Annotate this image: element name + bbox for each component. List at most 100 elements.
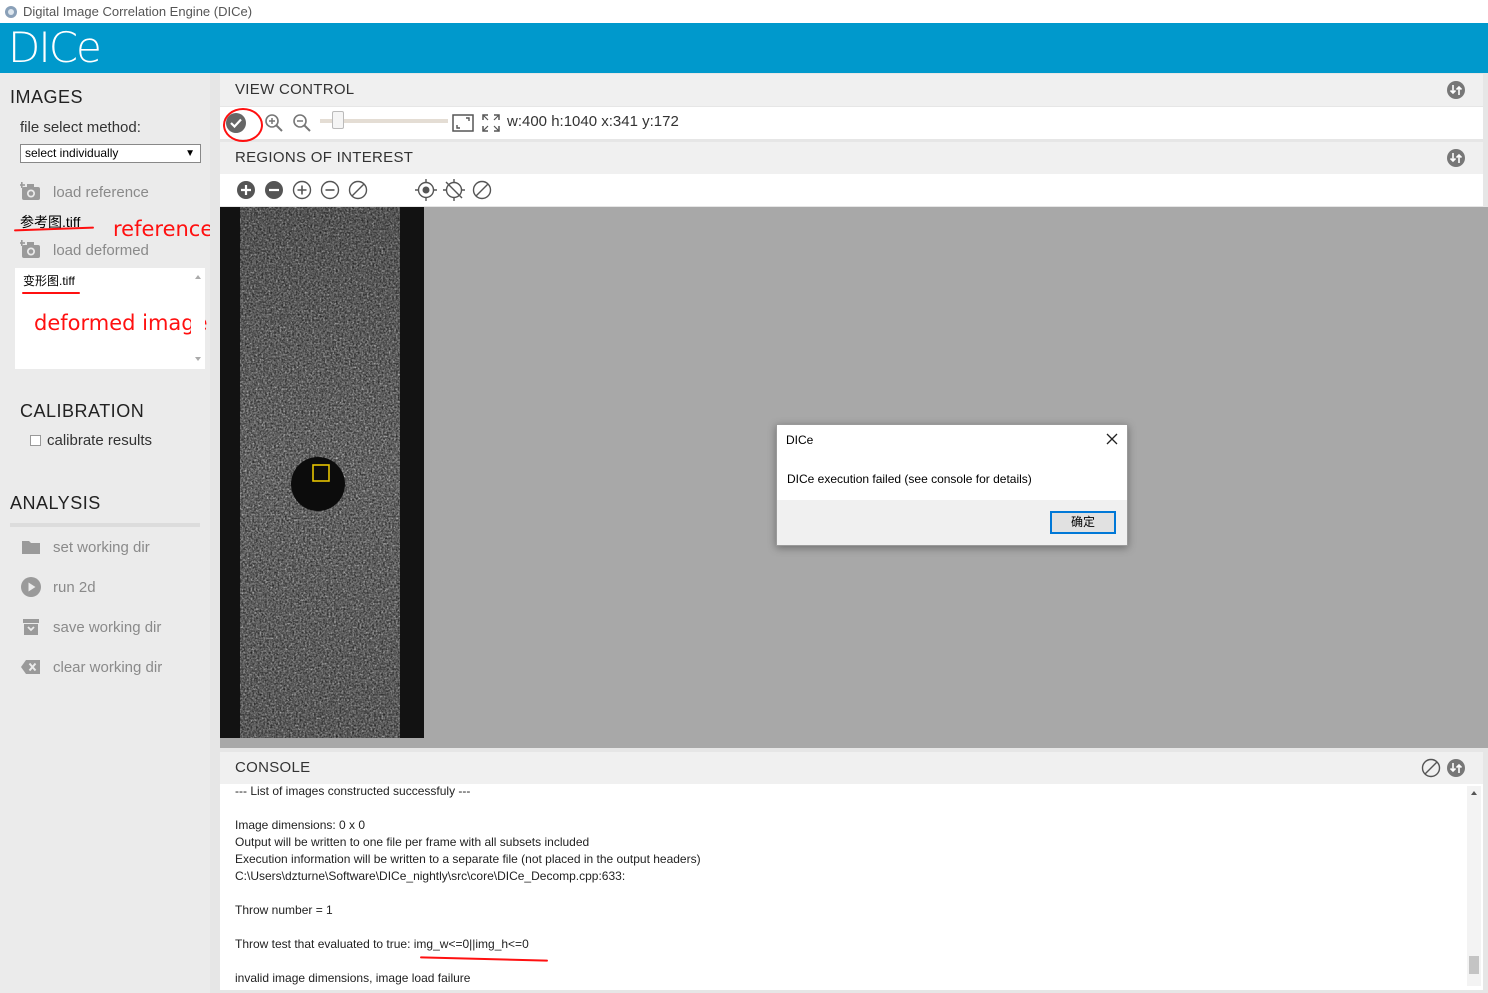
camera-plus-icon (20, 181, 42, 203)
zoom-in-icon (265, 114, 283, 132)
view-coordinates: w:400 h:1040 x:341 y:172 (507, 113, 679, 130)
clear-roi-button[interactable] (347, 179, 369, 201)
prohibit-icon (472, 180, 492, 200)
dialog-footer: 确定 (777, 500, 1127, 545)
run-2d-label: run 2d (53, 578, 96, 596)
remove-roi-button[interactable] (263, 179, 285, 201)
dialog-title: DICe (786, 433, 814, 447)
console-scroll-thumb[interactable] (1469, 956, 1479, 974)
sidebar: IMAGES file select method: select indivi… (0, 73, 285, 993)
set-working-dir-button[interactable]: set working dir (20, 536, 150, 558)
play-icon (20, 576, 42, 598)
window-titlebar: Digital Image Correlation Engine (DICe) (0, 0, 1488, 23)
check-button-circle-annotation (223, 108, 263, 142)
roi-title: REGIONS OF INTEREST (235, 149, 414, 166)
view-control-title: VIEW CONTROL (235, 81, 355, 98)
console-line: Throw test that evaluated to true: img_w… (235, 937, 529, 951)
view-control-toolbar: w:400 h:1040 x:341 y:172 (220, 107, 1483, 142)
analysis-divider (10, 523, 200, 527)
remove-excluded-button[interactable] (319, 179, 341, 201)
console-title: CONSOLE (235, 759, 311, 776)
calibration-section-title: CALIBRATION (20, 401, 145, 421)
clear-working-dir-button[interactable]: clear working dir (20, 656, 162, 678)
console-line: C:\Users\dzturne\Software\DICe_nightly\s… (235, 869, 626, 883)
crosshair-icon (415, 179, 437, 201)
scroll-up-icon[interactable] (1467, 786, 1481, 800)
camera-plus-icon (20, 239, 42, 261)
specimen-image (220, 207, 424, 738)
console-scrollbar[interactable] (1467, 786, 1481, 986)
fit-window-button[interactable] (452, 112, 474, 134)
plus-outline-icon (292, 180, 312, 200)
clear-tracking-button[interactable] (471, 179, 493, 201)
console-line: Image dimensions: 0 x 0 (235, 818, 366, 832)
fullscreen-button[interactable] (480, 112, 502, 134)
zoom-in-button[interactable] (263, 112, 285, 134)
clear-x-icon (20, 656, 42, 678)
save-box-icon (20, 616, 42, 638)
deformed-file-list[interactable]: 变形图.tiff deformed image (15, 268, 208, 369)
dice-logo: DICe (8, 23, 102, 72)
console-header: CONSOLE (220, 752, 1483, 784)
brand-bar: DICe (0, 23, 1488, 73)
console-line: Execution information will be written to… (235, 852, 701, 866)
save-working-dir-button[interactable]: save working dir (20, 616, 161, 638)
app-icon (5, 5, 17, 18)
console-line: invalid image dimensions, image load fai… (235, 971, 471, 985)
dropdown-arrow-icon: ▼ (185, 148, 195, 159)
expand-icon (482, 114, 500, 132)
deformed-underline-annotation (22, 292, 80, 294)
deformed-file-item[interactable]: 变形图.tiff (23, 272, 75, 289)
crosshair-off-icon (443, 179, 465, 201)
add-excluded-button[interactable] (291, 179, 313, 201)
collapse-toggle-icon[interactable] (1447, 81, 1465, 99)
images-section-title: IMAGES (10, 87, 84, 107)
ok-button[interactable]: 确定 (1050, 511, 1116, 534)
load-deformed-label: load deformed (53, 241, 149, 259)
analysis-section-title: ANALYSIS (10, 493, 101, 513)
console-line: --- List of images constructed successfu… (235, 784, 471, 798)
zoom-out-icon (293, 114, 311, 132)
add-tracking-point-button[interactable] (415, 179, 437, 201)
save-working-dir-label: save working dir (53, 618, 162, 636)
zoom-slider[interactable] (320, 111, 448, 129)
set-working-dir-label: set working dir (53, 538, 150, 556)
roi-toolbar (220, 174, 1483, 206)
load-reference-label: load reference (53, 183, 149, 201)
prohibit-icon (348, 180, 368, 200)
throw-test-underline-annotation (419, 956, 549, 962)
run-2d-button[interactable]: run 2d (20, 576, 96, 598)
file-select-label: file select method: (20, 119, 141, 136)
console-clear-icon[interactable] (1421, 758, 1441, 778)
window-title: Digital Image Correlation Engine (DICe) (23, 4, 253, 19)
collapse-toggle-icon[interactable] (1447, 149, 1465, 167)
load-deformed-button[interactable]: load deformed (20, 239, 149, 261)
dialog-message: DICe execution failed (see console for d… (787, 472, 1032, 486)
calibrate-label: calibrate results (47, 432, 153, 449)
minus-outline-icon (320, 180, 340, 200)
deformed-image-annotation: deformed image (34, 311, 208, 335)
collapse-toggle-icon[interactable] (1447, 759, 1465, 777)
close-icon[interactable] (1103, 430, 1121, 448)
minus-filled-icon (265, 181, 283, 199)
fit-window-icon (452, 114, 474, 132)
folder-icon (20, 536, 42, 558)
file-select-dropdown[interactable]: select individually ▼ (20, 144, 201, 163)
zoom-slider-thumb[interactable] (332, 111, 344, 129)
console-line: Output will be written to one file per f… (235, 835, 590, 849)
view-control-header: VIEW CONTROL (220, 74, 1483, 106)
console-line: Throw number = 1 (235, 903, 333, 917)
roi-header: REGIONS OF INTEREST (220, 142, 1483, 174)
remove-tracking-point-button[interactable] (443, 179, 465, 201)
file-select-value: select individually (25, 146, 119, 160)
list-scrollbar[interactable] (191, 268, 205, 369)
plus-filled-icon (237, 181, 255, 199)
clear-working-dir-label: clear working dir (53, 658, 163, 676)
zoom-out-button[interactable] (291, 112, 313, 134)
console-output[interactable]: --- List of images constructed successfu… (220, 784, 1483, 990)
load-reference-button[interactable]: load reference (20, 181, 149, 203)
calibrate-checkbox[interactable] (30, 435, 41, 446)
speckle-pattern (220, 207, 424, 738)
error-dialog: DICe DICe execution failed (see console … (776, 424, 1128, 546)
add-roi-button[interactable] (235, 179, 257, 201)
